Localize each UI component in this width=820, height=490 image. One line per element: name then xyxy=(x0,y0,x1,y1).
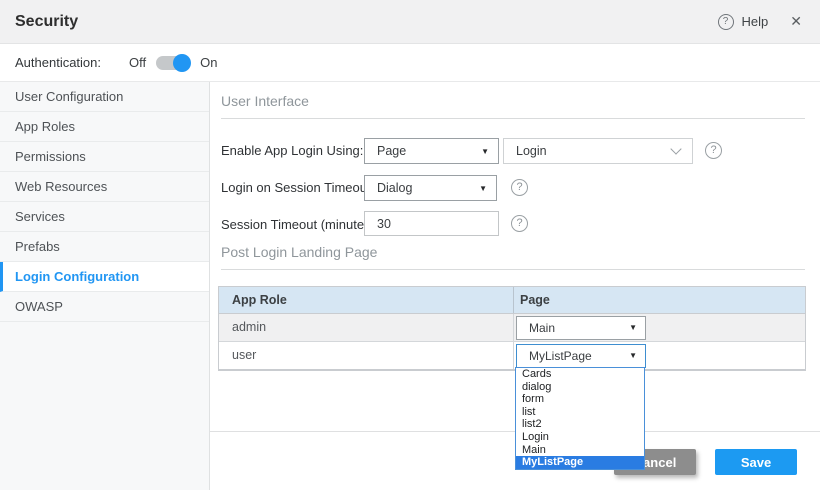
option-list[interactable]: list xyxy=(516,406,644,419)
role-cell: admin xyxy=(219,314,514,341)
help-circle-icon[interactable]: ? xyxy=(511,179,528,196)
sidebar-item-login-configuration[interactable]: Login Configuration xyxy=(0,262,209,292)
user-page-value: MyListPage xyxy=(517,349,629,363)
column-header-app-role: App Role xyxy=(219,287,514,313)
caret-down-icon: ▼ xyxy=(481,147,489,156)
close-icon[interactable]: ✕ xyxy=(790,13,802,30)
caret-down-icon: ▼ xyxy=(479,184,487,193)
page-title: Security xyxy=(15,13,78,31)
section-heading-user-interface: User Interface xyxy=(221,93,309,109)
sidebar-item-app-roles[interactable]: App Roles xyxy=(0,112,209,142)
admin-page-value: Main xyxy=(517,321,629,335)
page-cell: Main ▼ xyxy=(514,314,805,341)
caret-down-icon: ▼ xyxy=(629,351,637,360)
sidebar-item-owasp[interactable]: OWASP xyxy=(0,292,209,322)
sidebar-item-user-configuration[interactable]: User Configuration xyxy=(0,82,209,112)
titlebar-actions: ? Help ✕ xyxy=(718,13,802,30)
table-header-row: App Role Page xyxy=(219,287,805,314)
divider xyxy=(221,269,805,270)
session-timeout-label: Session Timeout (minutes): xyxy=(221,217,379,232)
option-main[interactable]: Main xyxy=(516,444,644,457)
role-cell: user xyxy=(219,342,514,369)
dialog-body: User Configuration App Roles Permissions… xyxy=(0,81,820,490)
divider xyxy=(221,118,805,119)
option-cards[interactable]: Cards xyxy=(516,368,644,381)
sidebar-item-prefabs[interactable]: Prefabs xyxy=(0,232,209,262)
option-login[interactable]: Login xyxy=(516,431,644,444)
login-type-value: Page xyxy=(365,144,481,158)
login-page-select[interactable]: Login xyxy=(503,138,693,164)
sidebar-item-permissions[interactable]: Permissions xyxy=(0,142,209,172)
help-circle-icon[interactable]: ? xyxy=(705,142,722,159)
column-header-page: Page xyxy=(514,287,805,313)
title-bar: Security ? Help ✕ xyxy=(0,0,820,44)
toggle-on-label: On xyxy=(200,55,217,70)
user-page-select[interactable]: MyListPage ▼ xyxy=(516,344,646,368)
authentication-bar: Authentication: Off On xyxy=(0,44,820,81)
login-type-select[interactable]: Page ▼ xyxy=(364,138,499,164)
login-page-value: Login xyxy=(504,144,672,158)
timeout-login-select[interactable]: Dialog ▼ xyxy=(364,175,497,201)
landing-page-table: App Role Page admin Main ▼ user xyxy=(218,286,806,371)
sidebar-item-services[interactable]: Services xyxy=(0,202,209,232)
help-icon[interactable]: ? xyxy=(718,14,734,30)
caret-down-icon: ▼ xyxy=(629,323,637,332)
chevron-down-icon xyxy=(670,143,681,154)
sidebar-item-web-resources[interactable]: Web Resources xyxy=(0,172,209,202)
page-cell: MyListPage ▼ xyxy=(514,342,805,369)
enable-app-login-label: Enable App Login Using: xyxy=(221,143,363,158)
table-row-user: user MyListPage ▼ xyxy=(219,342,805,370)
admin-page-select[interactable]: Main ▼ xyxy=(516,316,646,340)
help-circle-icon[interactable]: ? xyxy=(511,215,528,232)
table-row-admin: admin Main ▼ xyxy=(219,314,805,342)
section-heading-post-login: Post Login Landing Page xyxy=(221,244,377,260)
timeout-login-value: Dialog xyxy=(365,181,479,195)
authentication-toggle[interactable] xyxy=(156,56,188,70)
page-select-dropdown: Cards dialog form list list2 Login Main … xyxy=(515,367,645,470)
main-content: User Interface Enable App Login Using: P… xyxy=(210,82,820,490)
option-form[interactable]: form xyxy=(516,393,644,406)
help-link[interactable]: Help xyxy=(742,14,769,29)
option-mylistpage[interactable]: MyListPage xyxy=(516,456,644,469)
session-timeout-login-label: Login on Session Timeout: xyxy=(221,180,374,195)
session-timeout-input[interactable] xyxy=(364,211,499,236)
toggle-off-label: Off xyxy=(129,55,146,70)
option-list2[interactable]: list2 xyxy=(516,418,644,431)
security-dialog: Security ? Help ✕ Authentication: Off On… xyxy=(0,0,820,490)
sidebar: User Configuration App Roles Permissions… xyxy=(0,82,210,490)
toggle-knob xyxy=(173,54,191,72)
option-dialog[interactable]: dialog xyxy=(516,381,644,394)
save-button[interactable]: Save xyxy=(715,449,797,475)
authentication-label: Authentication: xyxy=(15,55,101,70)
